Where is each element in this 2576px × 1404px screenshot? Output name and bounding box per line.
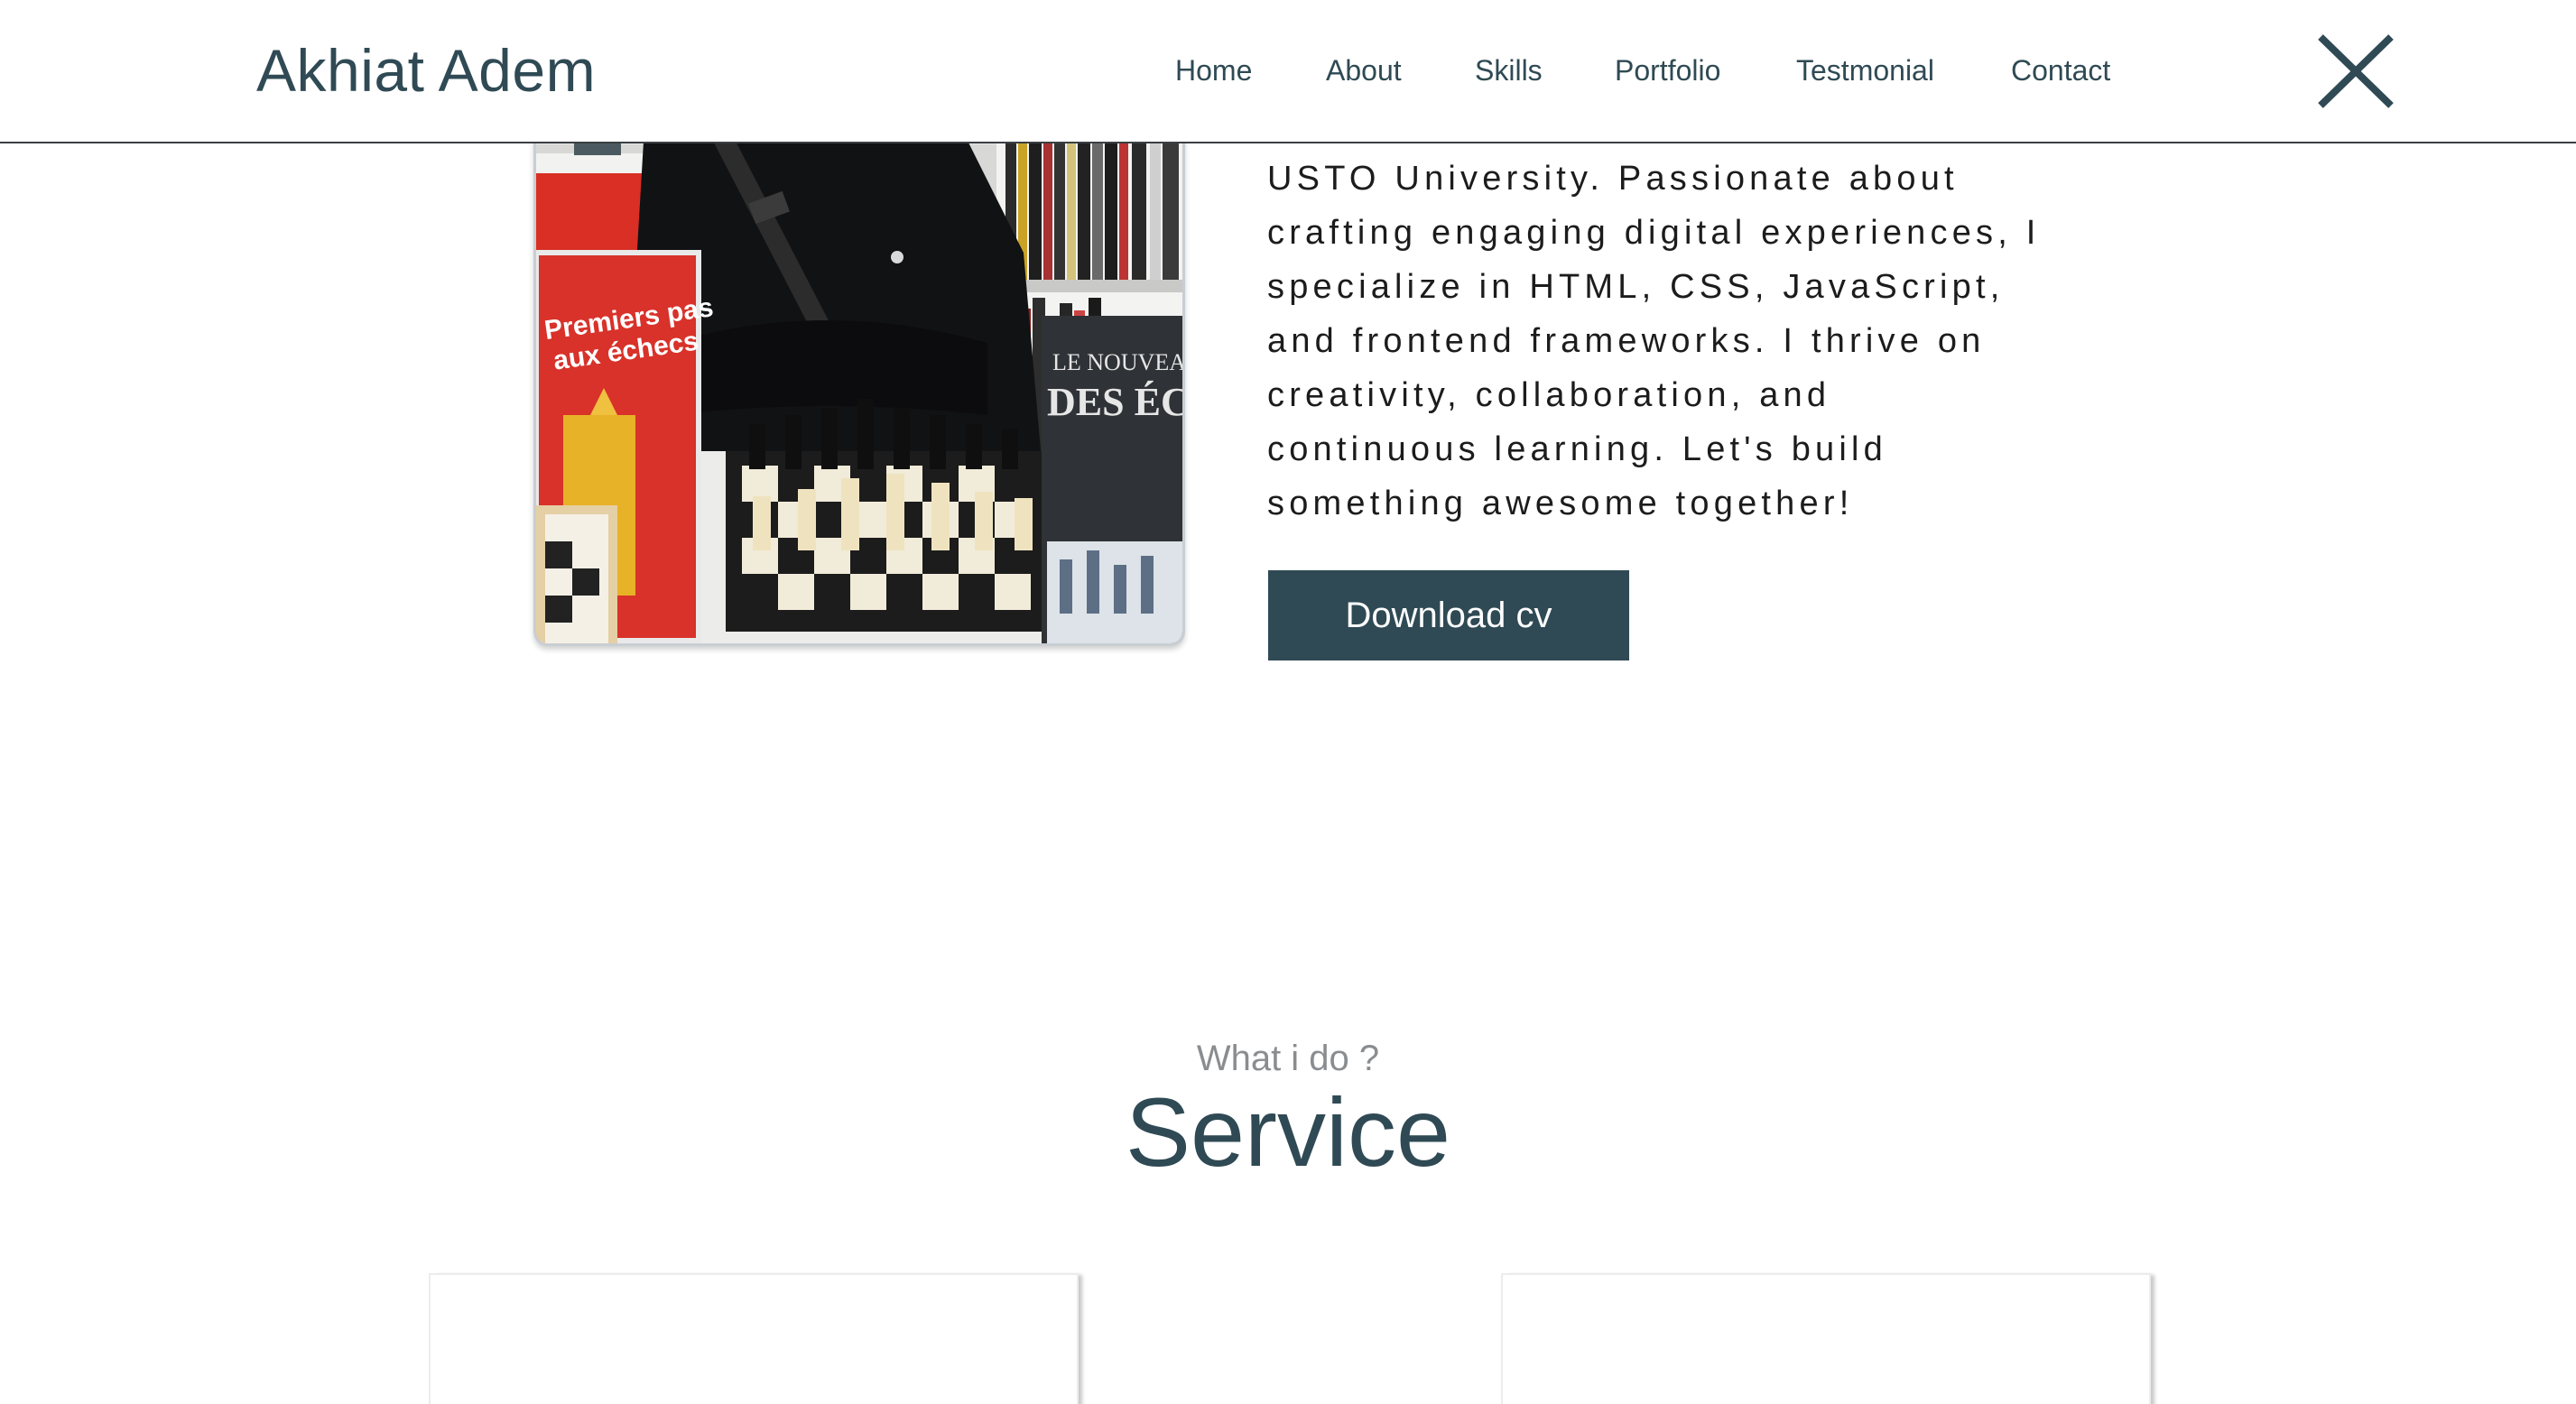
profile-photo-illustration: Premiers pas aux échecs LE NOUVE DES É bbox=[536, 72, 1182, 643]
svg-text:LE NOUVEAU G: LE NOUVEAU G bbox=[1052, 349, 1182, 375]
nav-portfolio[interactable]: Portfolio bbox=[1615, 52, 1720, 88]
nav-home[interactable]: Home bbox=[1175, 52, 1252, 88]
about-line: continuous learning. Let's build bbox=[1267, 430, 1888, 468]
nav-contact[interactable]: Contact bbox=[2011, 52, 2110, 88]
about-line: creativity, collaboration, and bbox=[1267, 376, 1831, 414]
nav-skills[interactable]: Skills bbox=[1475, 52, 1543, 88]
service-card bbox=[1501, 1273, 2151, 1404]
profile-photo: Premiers pas aux échecs LE NOUVE DES É bbox=[533, 72, 1185, 646]
svg-text:DES ÉCHE: DES ÉCHE bbox=[1047, 380, 1182, 424]
about-description: USTO University. Passionate about crafti… bbox=[1267, 152, 2080, 531]
about-line: specialize in HTML, CSS, JavaScript, bbox=[1267, 268, 2005, 306]
page: Akhiat Adem Home About Skills Portfolio … bbox=[0, 0, 2576, 1404]
close-icon bbox=[2318, 34, 2394, 108]
download-cv-button[interactable]: Download cv bbox=[1268, 570, 1629, 660]
about-line: USTO University. Passionate about bbox=[1267, 160, 1959, 198]
services-subtitle: What i do ? bbox=[1196, 1039, 1380, 1078]
service-card bbox=[429, 1273, 1079, 1404]
about-line: crafting engaging digital experiences, I bbox=[1267, 214, 2041, 252]
about-line: something awesome together! bbox=[1267, 485, 1854, 522]
nav-testmonial[interactable]: Testmonial bbox=[1796, 52, 1934, 88]
site-header: Akhiat Adem Home About Skills Portfolio … bbox=[0, 0, 2576, 143]
nav-about[interactable]: About bbox=[1326, 52, 1402, 88]
site-logo[interactable]: Akhiat Adem bbox=[256, 32, 596, 108]
services-title: Service bbox=[1125, 1077, 1451, 1187]
close-menu-button[interactable] bbox=[2315, 33, 2396, 109]
about-line: and frontend frameworks. I thrive on bbox=[1267, 322, 1986, 360]
